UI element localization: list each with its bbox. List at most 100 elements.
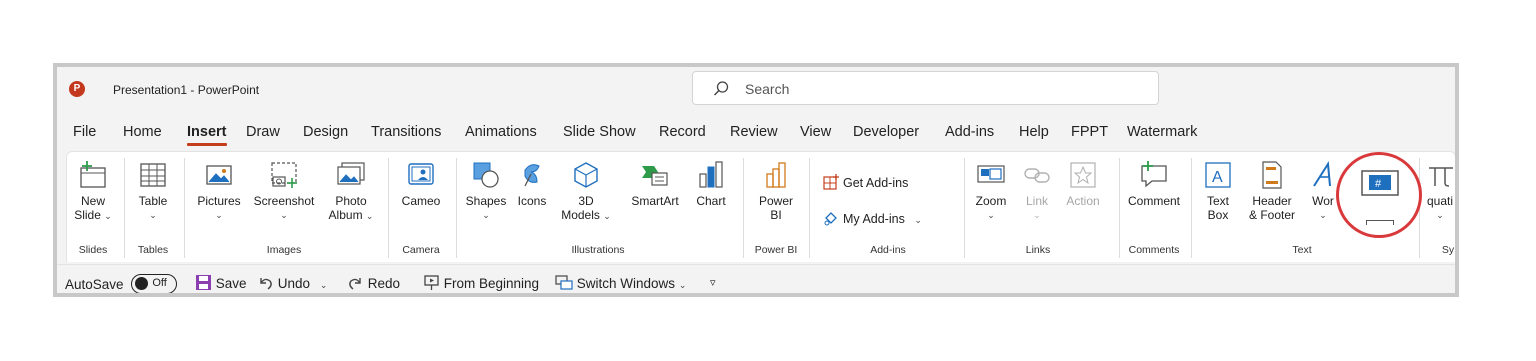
tab-help[interactable]: Help — [1019, 124, 1049, 140]
equation-button[interactable]: quati ⌄ — [1423, 160, 1455, 222]
svg-text:#: # — [1375, 178, 1382, 190]
group-label-comments: Comments — [1128, 244, 1180, 256]
smartart-label: SmartArt — [631, 194, 679, 208]
get-add-ins-label: Get Add-ins — [843, 176, 909, 190]
3d-models-button[interactable]: 3D Models ⌄ — [555, 160, 617, 223]
screenshot-label: Screenshot — [253, 194, 315, 208]
slide-number-icon: # — [1361, 170, 1399, 196]
get-add-ins-button[interactable]: Get Add-ins — [823, 174, 908, 190]
chart-button[interactable]: Chart — [689, 160, 733, 208]
tab-developer[interactable]: Developer — [853, 124, 919, 140]
link-button[interactable]: Link ⌄ — [1017, 160, 1057, 222]
save-button[interactable]: Save — [195, 274, 247, 291]
object-icon — [1366, 220, 1394, 225]
icons-label: Icons — [517, 194, 547, 208]
photo-album-button[interactable]: Photo Album ⌄ — [325, 160, 377, 223]
chevron-down-icon[interactable]: ⌄ — [320, 280, 328, 290]
toggle-state-label: Off — [152, 277, 167, 289]
pictures-label: Pictures — [197, 194, 241, 208]
autosave-label: AutoSave — [65, 277, 124, 292]
icons-button[interactable]: Icons — [511, 160, 553, 208]
header-footer-icon — [1262, 161, 1282, 189]
redo-button[interactable]: Redo — [347, 274, 400, 291]
autosave-control[interactable]: AutoSave Off — [65, 274, 178, 293]
power-bi-label-2: BI — [770, 208, 782, 222]
smartart-button[interactable]: SmartArt — [623, 160, 687, 208]
save-icon — [196, 275, 211, 290]
switch-windows-label: Switch Windows — [576, 276, 676, 291]
action-button[interactable]: Action — [1059, 160, 1107, 208]
tab-file[interactable]: File — [73, 124, 96, 140]
powerpoint-window: P Presentation1 - PowerPoint Search File… — [53, 63, 1459, 297]
tab-add-ins[interactable]: Add-ins — [945, 124, 994, 140]
new-slide-button[interactable]: New Slide ⌄ — [71, 160, 115, 223]
my-add-ins-button[interactable]: My Add-ins ⌄ — [823, 210, 922, 226]
chevron-down-icon: ⌄ — [149, 210, 157, 220]
wordart-label: Wor — [1312, 194, 1334, 208]
group-label-symbols: Sy — [1441, 244, 1455, 256]
my-add-ins-icon — [824, 212, 837, 226]
header-footer-label-2: & Footer — [1248, 208, 1296, 222]
switch-windows-button[interactable]: Switch Windows ⌄ — [555, 274, 686, 291]
tab-design[interactable]: Design — [303, 124, 348, 140]
new-slide-label-2: Slide — [74, 208, 101, 222]
from-beginning-button[interactable]: From Beginning — [423, 274, 539, 291]
tab-record[interactable]: Record — [659, 124, 706, 140]
tab-insert[interactable]: Insert — [187, 124, 227, 146]
screenshot-icon — [271, 162, 297, 188]
text-box-button[interactable]: A Text Box — [1197, 160, 1239, 222]
customize-toolbar-icon[interactable]: ▿ — [710, 276, 716, 289]
ribbon-tabs: File Home Insert Draw Design Transitions… — [57, 120, 1455, 148]
3d-models-label-2: Models — [561, 208, 600, 222]
autosave-toggle[interactable]: Off — [131, 274, 178, 293]
chevron-down-icon: ⌄ — [280, 210, 288, 220]
wordart-button[interactable]: Wor ⌄ — [1305, 160, 1341, 222]
3d-models-label-1: 3D — [578, 194, 594, 208]
tab-fppt[interactable]: FPPT — [1071, 124, 1108, 140]
svg-text:A: A — [1212, 169, 1223, 186]
tab-view[interactable]: View — [800, 124, 831, 140]
redo-icon — [349, 278, 361, 290]
table-button[interactable]: Table ⌄ — [130, 160, 176, 222]
undo-label: Undo — [277, 276, 311, 291]
group-label-power-bi: Power BI — [754, 244, 798, 256]
chevron-down-icon: ⌄ — [678, 280, 687, 290]
tab-slide-show[interactable]: Slide Show — [563, 124, 636, 140]
zoom-button[interactable]: Zoom ⌄ — [969, 160, 1013, 222]
shapes-label: Shapes — [465, 194, 507, 208]
slide-number-button[interactable]: # — [1359, 168, 1401, 202]
tab-watermark[interactable]: Watermark — [1127, 124, 1197, 140]
pictures-button[interactable]: Pictures ⌄ — [191, 160, 247, 222]
power-bi-button[interactable]: Power BI — [751, 160, 801, 222]
tab-draw[interactable]: Draw — [246, 124, 280, 140]
comment-label: Comment — [1127, 194, 1180, 208]
search-box[interactable]: Search — [692, 71, 1159, 105]
tab-review[interactable]: Review — [730, 124, 778, 140]
smartart-icon — [642, 166, 668, 186]
undo-button[interactable]: Undo ⌄ — [257, 274, 327, 291]
tab-transitions[interactable]: Transitions — [371, 124, 441, 140]
equation-pi-icon — [1429, 167, 1453, 187]
zoom-icon — [977, 165, 1005, 183]
link-label: Link — [1025, 194, 1048, 208]
chevron-down-icon: ⌄ — [215, 210, 223, 220]
power-bi-label-1: Power — [758, 194, 793, 208]
tab-animations[interactable]: Animations — [465, 124, 537, 140]
comment-button[interactable]: Comment — [1125, 160, 1183, 208]
icons-icon — [524, 164, 540, 187]
group-label-text: Text — [1292, 244, 1312, 256]
link-icon — [1024, 168, 1050, 183]
power-bi-icon — [766, 162, 786, 188]
shapes-button[interactable]: Shapes ⌄ — [463, 160, 509, 222]
save-label: Save — [215, 276, 247, 291]
header-footer-button[interactable]: Header & Footer — [1241, 160, 1303, 222]
tab-home[interactable]: Home — [123, 124, 162, 140]
window-title: Presentation1 - PowerPoint — [113, 83, 260, 97]
screenshot-button[interactable]: Screenshot ⌄ — [249, 160, 319, 222]
chevron-down-icon: ⌄ — [365, 211, 374, 221]
title-bar: P Presentation1 - PowerPoint Search — [57, 67, 1455, 111]
group-label-camera: Camera — [402, 244, 440, 256]
new-slide-label-1: New — [80, 194, 105, 208]
cameo-button[interactable]: Cameo — [394, 160, 448, 208]
shapes-icon — [473, 162, 499, 188]
